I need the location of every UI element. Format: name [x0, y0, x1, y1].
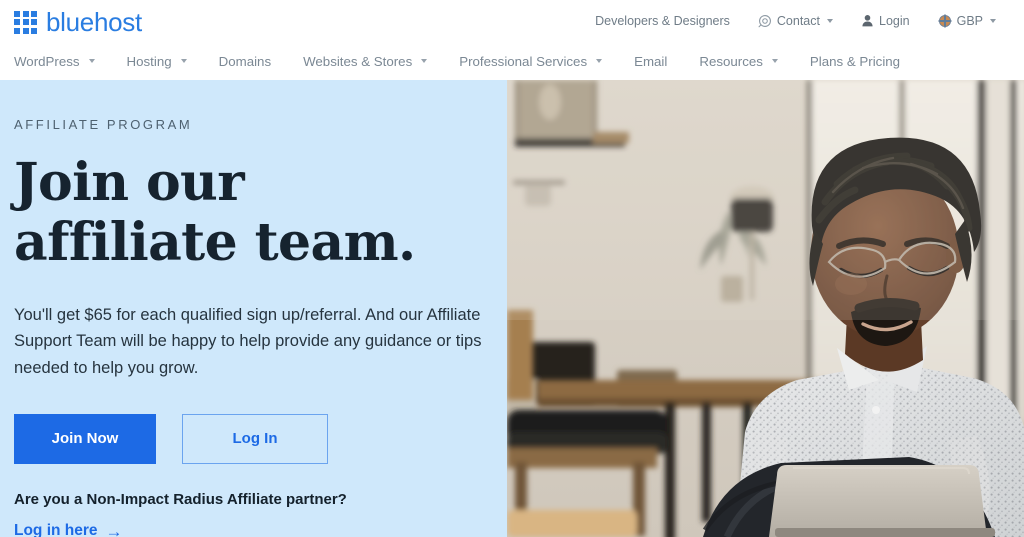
hero-cta-group: Join Now Log In	[14, 413, 509, 464]
chevron-down-icon	[596, 59, 603, 63]
nav-item-professional-services[interactable]: Professional Services	[459, 54, 618, 69]
chevron-down-icon	[180, 59, 187, 63]
logo-grid-icon	[14, 10, 37, 34]
site-header: bluehost Developers & Designers Contact	[0, 0, 1024, 80]
nav-item-websites-stores[interactable]: Websites & Stores	[303, 54, 443, 69]
chevron-down-icon	[771, 59, 778, 63]
nav-item-domains[interactable]: Domains	[219, 54, 287, 69]
chevron-down-icon	[990, 19, 996, 23]
top-nav-contact[interactable]: Contact	[744, 10, 847, 32]
nav-label: Websites & Stores	[303, 53, 413, 69]
nav-label: Email	[634, 53, 668, 69]
bluehost-logo[interactable]: bluehost	[14, 9, 142, 35]
chevron-down-icon	[827, 19, 833, 23]
non-impact-radius-question: Are you a Non-Impact Radius Affiliate pa…	[14, 490, 347, 508]
top-nav-developers-designers[interactable]: Developers & Designers	[581, 10, 744, 32]
primary-nav: WordPress Hosting Domains Websites & Sto…	[0, 42, 1024, 80]
arrow-right-icon: →	[105, 522, 123, 537]
headset-icon	[758, 15, 771, 28]
header-top-row: bluehost Developers & Designers Contact	[0, 0, 1024, 42]
top-nav-currency-gbp[interactable]: GBP	[924, 10, 1010, 32]
hero-photo	[507, 80, 1024, 537]
nav-label: WordPress	[14, 53, 80, 69]
nav-label: Domains	[218, 53, 272, 69]
nav-label: Hosting	[126, 53, 172, 69]
nav-item-wordpress[interactable]: WordPress	[14, 54, 111, 69]
utility-nav: Developers & Designers Contact Login GBP	[581, 10, 1010, 32]
globe-icon	[937, 14, 952, 28]
user-icon	[862, 15, 873, 27]
chevron-down-icon	[421, 59, 428, 63]
hero-paragraph: You'll get $65 for each qualified sign u…	[14, 305, 482, 378]
nav-label: Plans & Pricing	[809, 53, 901, 69]
hero-eyebrow: AFFILIATE PROGRAM	[14, 117, 193, 132]
top-nav-label: Developers & Designers	[595, 14, 730, 28]
nav-label: Resources	[699, 53, 763, 69]
log-in-here-link[interactable]: Log in here →	[14, 522, 123, 537]
hero-photo-illustration	[507, 80, 1024, 537]
nav-label: Professional Services	[459, 53, 588, 69]
chevron-down-icon	[88, 59, 95, 63]
hero-footer: Are you a Non-Impact Radius Affiliate pa…	[14, 490, 509, 537]
log-in-here-label: Log in here	[14, 522, 98, 537]
page-root: bluehost Developers & Designers Contact	[0, 0, 1024, 537]
join-now-button[interactable]: Join Now	[14, 413, 156, 464]
top-nav-label: Contact	[776, 14, 820, 28]
top-nav-label: GBP	[956, 14, 983, 28]
nav-item-email[interactable]: Email	[634, 54, 683, 69]
hero-content: AFFILIATE PROGRAM Join our affiliate tea…	[14, 80, 509, 537]
nav-item-plans-pricing[interactable]: Plans & Pricing	[810, 54, 916, 69]
hero-section: AFFILIATE PROGRAM Join our affiliate tea…	[0, 80, 1024, 537]
nav-item-hosting[interactable]: Hosting	[127, 54, 203, 69]
brand-name: bluehost	[46, 7, 142, 37]
hero-title: Join our affiliate team.	[14, 152, 416, 274]
top-nav-login[interactable]: Login	[847, 10, 924, 32]
top-nav-label: Login	[879, 14, 910, 28]
log-in-button[interactable]: Log In	[182, 413, 328, 464]
nav-item-resources[interactable]: Resources	[699, 54, 794, 69]
